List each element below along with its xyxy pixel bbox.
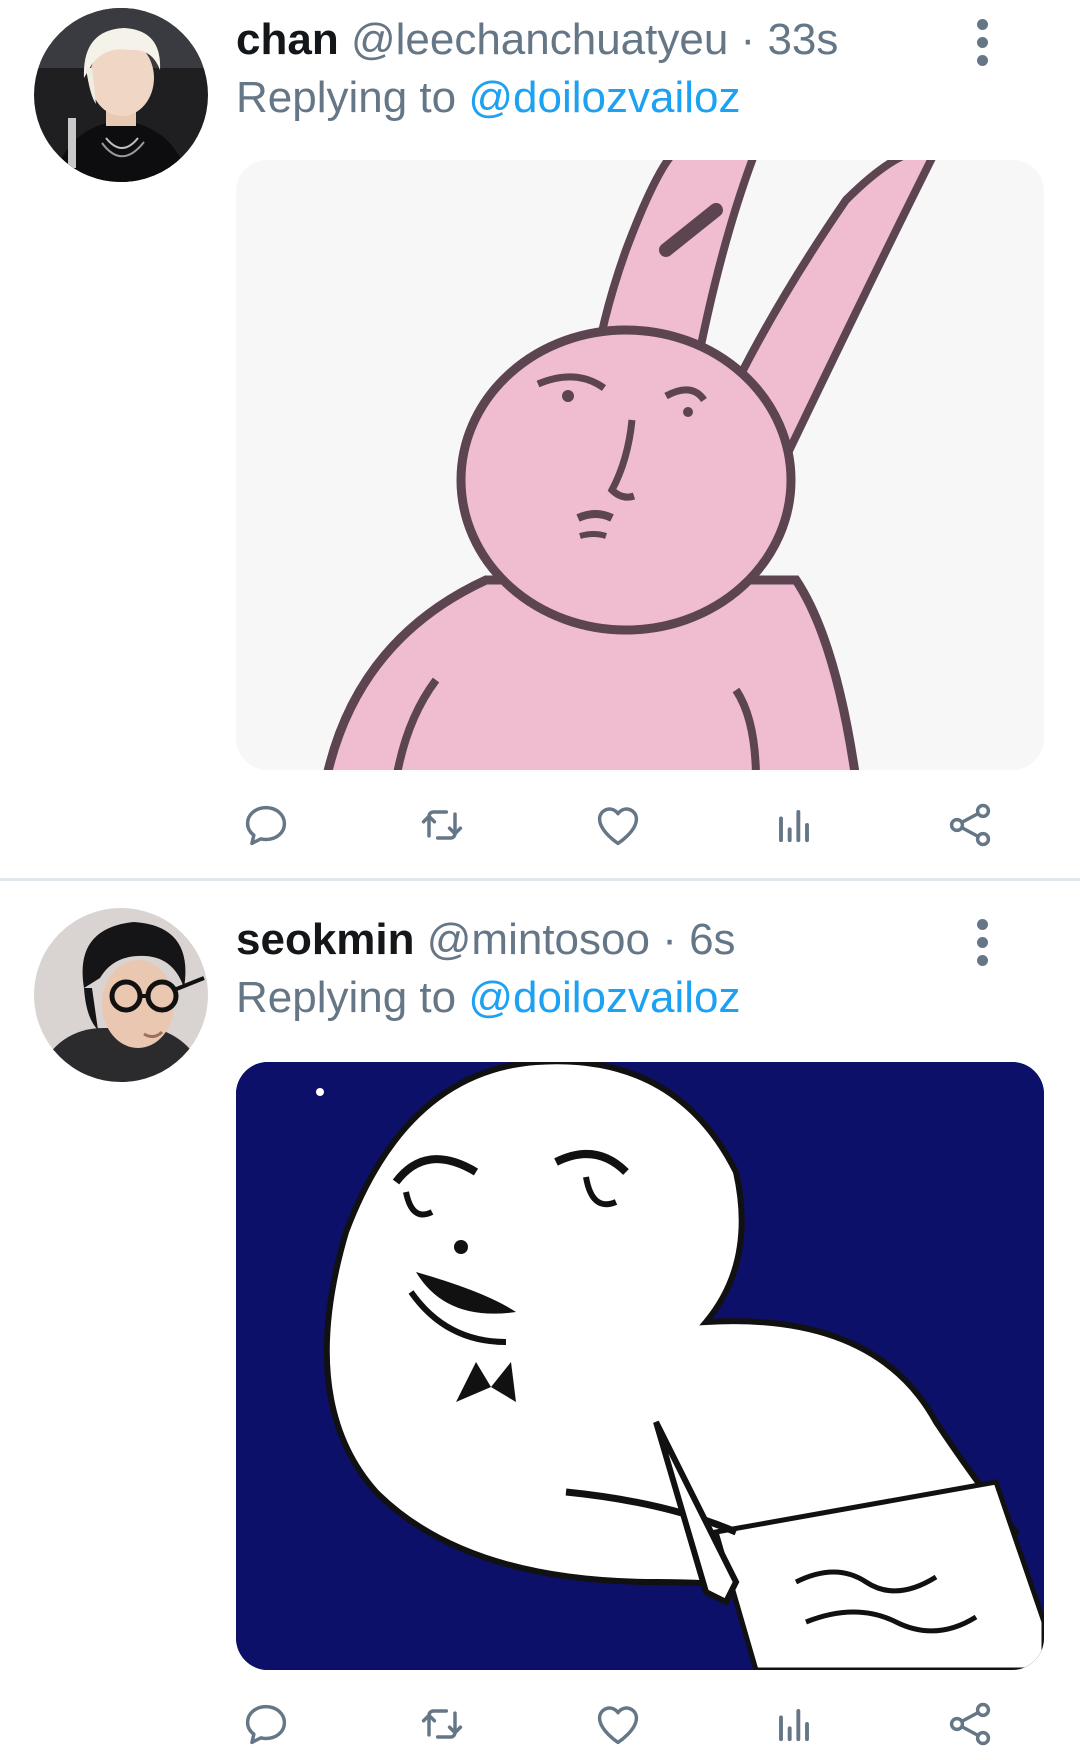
retweet-icon[interactable] [412,795,472,855]
replying-to-label: Replying to [236,73,457,122]
avatar[interactable] [34,8,208,182]
reply-icon[interactable] [236,795,296,855]
tweet-actions [236,795,1044,855]
replying-to-label: Replying to [236,973,457,1022]
reply-icon[interactable] [236,1694,296,1754]
share-icon[interactable] [940,795,1000,855]
separator: · [662,915,677,964]
replying-to-line: Replying to @doilozvailoz [236,970,741,1026]
tweet[interactable]: chan @leechanchuatyeu · 33s Replying to … [0,0,1080,880]
tweet[interactable]: seokmin @mintosoo · 6s Replying to @doil… [0,882,1080,1760]
separator: · [740,15,756,64]
stats-icon[interactable] [764,1694,824,1754]
user-handle[interactable]: @leechanchuatyeu [351,15,728,64]
display-name[interactable]: seokmin [236,915,415,964]
more-options-icon[interactable] [962,12,1002,72]
replying-to-line: Replying to @doilozvailoz [236,70,741,126]
user-handle[interactable]: @mintosoo [427,915,650,964]
timestamp[interactable]: 33s [767,15,838,64]
display-name[interactable]: chan [236,15,339,64]
tweet-divider [0,878,1080,881]
retweet-icon[interactable] [412,1694,472,1754]
share-icon[interactable] [940,1694,1000,1754]
tweet-header: seokmin @mintosoo · 6s [236,912,736,968]
avatar[interactable] [34,908,208,1082]
tweet-actions [236,1694,1044,1754]
tweet-image[interactable] [236,160,1044,770]
tweet-image[interactable] [236,1062,1044,1670]
mention-link[interactable]: @doilozvailoz [468,73,740,122]
like-icon[interactable] [588,1694,648,1754]
mention-link[interactable]: @doilozvailoz [468,973,740,1022]
stats-icon[interactable] [764,795,824,855]
tweet-header: chan @leechanchuatyeu · 33s [236,12,838,68]
timestamp[interactable]: 6s [689,915,735,964]
like-icon[interactable] [588,795,648,855]
more-options-icon[interactable] [962,912,1002,972]
